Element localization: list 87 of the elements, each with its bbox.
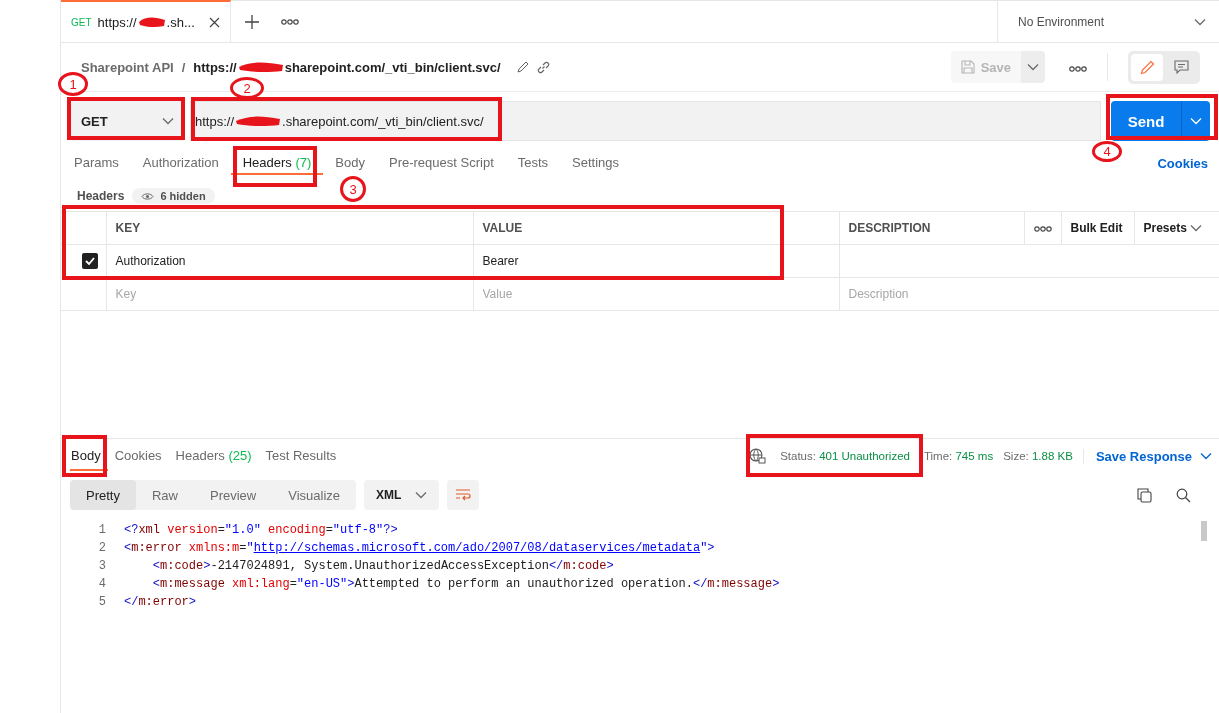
- step-number: 2: [230, 77, 264, 99]
- wrap-lines-icon: [455, 489, 472, 501]
- line-number: 5: [97, 594, 106, 611]
- tab-title: https:// .sh...: [97, 14, 195, 30]
- save-options-button[interactable]: [1021, 51, 1045, 83]
- close-icon[interactable]: [209, 16, 220, 28]
- url-field[interactable]: https:// .sharepoint.com/_vti_bin/client.svc/: [190, 101, 1101, 141]
- column-header: DESCRIPTION: [839, 211, 1024, 245]
- line-number: 1: [97, 522, 106, 539]
- edit-toggle[interactable]: [1131, 53, 1163, 81]
- step-number: 4: [1092, 141, 1122, 162]
- description-input[interactable]: Description: [839, 278, 1219, 310]
- cookies-link[interactable]: Cookies: [1157, 155, 1208, 171]
- save-icon: [960, 60, 975, 74]
- highlight-frame: [62, 435, 107, 477]
- more-icon[interactable]: [1033, 226, 1052, 232]
- code-line: <?xml version="1.0" encoding="utf-8"?>: [124, 522, 399, 539]
- response-tab[interactable]: Cookies: [107, 441, 169, 471]
- pencil-icon: [1139, 59, 1155, 75]
- request-section-tab[interactable]: Pre-request Script: [377, 151, 506, 175]
- send-options-button[interactable]: [1181, 101, 1210, 141]
- code-line: <m:code>-2147024891, System.UnauthorizedAccessException</m:code>: [151, 558, 615, 575]
- request-tab[interactable]: GET https:// .sh...: [61, 0, 231, 42]
- view-mode-tab[interactable]: Raw: [135, 480, 194, 510]
- chevron-down-icon: [162, 117, 174, 125]
- scrollbar[interactable]: [1201, 521, 1207, 541]
- comment-icon: [1173, 59, 1189, 75]
- chevron-down-icon: [1200, 452, 1212, 460]
- line-number: 4: [97, 576, 106, 593]
- status-text: Status: 401 Unauthorized: [780, 450, 910, 462]
- chevron-down-icon: [415, 491, 428, 499]
- value-input[interactable]: Value: [473, 278, 839, 310]
- request-section-tab[interactable]: Params: [73, 151, 131, 175]
- chevron-down-icon: [1190, 224, 1203, 232]
- section-title: Headers: [77, 189, 125, 203]
- code-line: <m:message xml:lang="en-US">Attempted to perform an unauthorized operation.</m:message>: [151, 576, 780, 593]
- response-tab[interactable]: Headers (25): [168, 441, 259, 471]
- code-line: <m:error xmlns:m="http://schemas.microsoft.com/ado/2007/08/dataservices/metadata">: [124, 540, 716, 557]
- redaction-mark: [136, 15, 167, 29]
- bulk-edit-button[interactable]: Bulk Edit: [1061, 211, 1134, 245]
- request-name: https:// sharepoint.com/_vti_bin/client.svc/: [193, 59, 501, 75]
- line-number: 2: [97, 540, 106, 557]
- request-section-tab[interactable]: Headers (7): [230, 151, 324, 175]
- code-line: </m:error>: [124, 594, 198, 611]
- more-options-cell[interactable]: [1024, 211, 1061, 245]
- presets-dropdown[interactable]: Presets: [1134, 211, 1219, 245]
- send-button[interactable]: Send: [1111, 101, 1181, 141]
- more-icon[interactable]: [1069, 65, 1087, 72]
- view-mode-tab[interactable]: Preview: [194, 480, 273, 510]
- hidden-headers-toggle[interactable]: 6 hidden: [132, 188, 215, 204]
- column-header: KEY: [106, 211, 473, 245]
- eye-icon: [141, 191, 155, 201]
- method-label: GET: [71, 16, 92, 28]
- column-header: VALUE: [473, 211, 839, 245]
- format-select[interactable]: XML: [364, 480, 440, 510]
- checkbox[interactable]: [82, 253, 98, 269]
- request-section-tab[interactable]: Body: [323, 151, 377, 175]
- request-section-tab[interactable]: Authorization: [130, 151, 231, 175]
- response-tab[interactable]: Test Results: [258, 441, 344, 471]
- chevron-down-icon: [1027, 63, 1039, 71]
- size-text: Size: 1.88 KB: [1003, 450, 1073, 462]
- plus-icon[interactable]: [245, 14, 259, 29]
- environment-select[interactable]: No Environment: [997, 1, 1219, 42]
- globe-lock-icon[interactable]: [749, 448, 767, 464]
- save-response-button[interactable]: Save Response: [1082, 448, 1212, 464]
- checkmark-icon: [85, 257, 95, 265]
- time-text: Time: 745 ms: [923, 450, 994, 462]
- search-icon[interactable]: [1176, 487, 1191, 503]
- copy-icon[interactable]: [1137, 487, 1152, 503]
- key-input[interactable]: Key: [106, 278, 473, 310]
- request-section-tab[interactable]: Tests: [505, 151, 561, 175]
- step-number: 1: [58, 72, 88, 96]
- redaction-mark: [234, 114, 283, 128]
- step-number: 3: [340, 176, 366, 202]
- view-mode-tab[interactable]: Pretty: [70, 480, 136, 510]
- more-icon[interactable]: [281, 18, 299, 25]
- collection-name[interactable]: Sharepoint API: [81, 59, 174, 75]
- response-tab[interactable]: Body: [70, 441, 108, 471]
- line-number: 3: [97, 558, 106, 575]
- chevron-down-icon: [1194, 17, 1206, 26]
- request-section-tab[interactable]: Settings: [560, 151, 632, 175]
- view-mode-tab[interactable]: Visualize: [272, 480, 357, 510]
- chevron-down-icon: [1190, 117, 1202, 125]
- link-icon[interactable]: [536, 60, 550, 74]
- redaction-mark: [236, 60, 285, 74]
- breadcrumb-separator: /: [181, 59, 186, 75]
- pencil-icon[interactable]: [516, 61, 529, 73]
